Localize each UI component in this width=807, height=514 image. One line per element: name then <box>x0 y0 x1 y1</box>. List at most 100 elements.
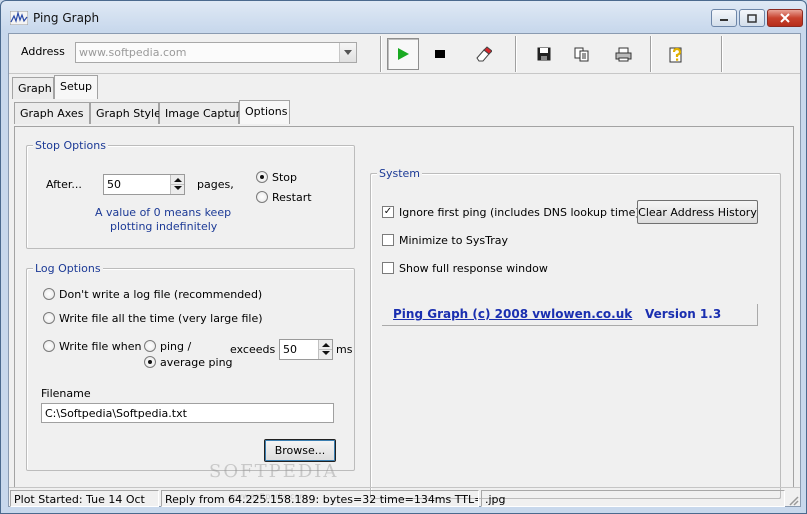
toolbar-separator <box>380 36 382 72</box>
title-bar[interactable]: Ping Graph <box>1 1 806 33</box>
credit-link[interactable]: Ping Graph (c) 2008 vwlowen.co.uk <box>393 307 632 321</box>
exceeds-value[interactable]: 50 <box>283 343 297 356</box>
pages-stepper-arrows[interactable] <box>170 175 184 194</box>
arrow-up-icon[interactable] <box>174 178 182 182</box>
toolbar: Address www.softpedia.com <box>9 34 800 74</box>
stepper-divider <box>319 349 332 350</box>
stop-hint-line2: plotting indefinitely <box>110 220 218 233</box>
status-reply: Reply from 64.225.158.189: bytes=32 time… <box>161 490 479 507</box>
watermark: SOFTPEDIA <box>209 461 339 482</box>
arrow-up-icon[interactable] <box>322 343 330 347</box>
stop-icon <box>435 50 445 58</box>
tab-setup-label: Setup <box>60 80 93 93</box>
pages-stepper[interactable]: 50 <box>103 174 185 195</box>
status-plot-started: Plot Started: Tue 14 Oct <box>10 490 159 507</box>
toolbar-separator <box>650 36 652 72</box>
tab-image-capture[interactable]: Image Capture <box>159 102 247 124</box>
ms-label: ms <box>336 343 353 356</box>
save-icon <box>537 47 551 61</box>
log-always-label: Write file all the time (very large file… <box>59 312 263 325</box>
tab-graph-axes[interactable]: Graph Axes <box>14 102 90 124</box>
stepper-divider <box>171 184 184 185</box>
system-group-box: System ✓ Ignore first ping (includes DNS… <box>370 167 781 499</box>
maximize-button[interactable] <box>739 9 765 27</box>
tab-graph[interactable]: Graph <box>12 77 54 99</box>
filename-label: Filename <box>41 387 91 400</box>
browse-button[interactable]: Browse... <box>264 439 336 462</box>
stop-options-group: Stop Options After... 50 pages, Stop Res… <box>26 139 355 249</box>
toolbar-separator <box>721 36 723 72</box>
print-button[interactable] <box>607 38 639 70</box>
pages-value[interactable]: 50 <box>107 178 121 191</box>
start-button[interactable] <box>387 38 419 70</box>
show-full-response-checkbox[interactable] <box>382 262 394 274</box>
close-button[interactable] <box>767 9 803 27</box>
stop-radio[interactable] <box>256 171 268 183</box>
address-dropdown-button[interactable] <box>339 43 356 62</box>
filename-input[interactable]: C:\Softpedia\Softpedia.txt <box>41 403 334 423</box>
log-options-group: Log Options Don't write a log file (reco… <box>26 262 355 471</box>
status-bar: Plot Started: Tue 14 Oct Reply from 64.2… <box>9 487 800 507</box>
exceeds-stepper[interactable]: 50 <box>279 339 333 360</box>
options-panel: Stop Options After... 50 pages, Stop Res… <box>14 126 794 499</box>
stop-button[interactable] <box>424 38 456 70</box>
sub-tab-strip: Graph Axes Graph Style Image Capture Opt… <box>9 100 800 124</box>
tab-graph-style[interactable]: Graph Style <box>90 102 161 124</box>
browse-label: Browse... <box>274 444 326 457</box>
tab-options-label: Options <box>245 105 288 118</box>
restart-label: Restart <box>272 191 312 204</box>
arrow-down-icon[interactable] <box>174 186 182 190</box>
tab-image-capture-label: Image Capture <box>165 107 247 120</box>
close-icon <box>780 13 790 23</box>
main-tab-strip: Graph Setup <box>9 75 800 99</box>
minimize-systray-checkbox[interactable] <box>382 234 394 246</box>
status-extension: .jpg <box>481 490 785 507</box>
stop-options-title: Stop Options <box>33 139 108 152</box>
show-full-response-label: Show full response window <box>399 262 548 275</box>
log-always-radio[interactable] <box>43 312 55 324</box>
arrow-down-icon[interactable] <box>322 351 330 355</box>
restart-radio[interactable] <box>256 191 268 203</box>
stop-label: Stop <box>272 171 298 184</box>
after-label: After... <box>46 178 82 191</box>
save-button[interactable] <box>528 38 560 70</box>
log-none-label: Don't write a log file (recommended) <box>59 288 263 301</box>
log-ping-radio[interactable] <box>144 340 156 352</box>
pages-label: pages, <box>197 178 234 191</box>
ignore-first-ping-checkbox[interactable]: ✓ <box>382 206 394 218</box>
tab-graph-axes-label: Graph Axes <box>20 107 84 120</box>
ping-graph-app-icon <box>10 11 28 25</box>
log-when-label: Write file when <box>59 340 142 353</box>
address-input[interactable]: www.softpedia.com <box>79 46 186 59</box>
minimize-button[interactable] <box>711 9 737 27</box>
exceeds-label: exceeds <box>230 343 276 356</box>
help-icon <box>669 47 682 62</box>
clear-graph-button[interactable] <box>467 38 499 70</box>
log-average-radio[interactable] <box>144 356 156 368</box>
maximize-icon <box>747 13 757 23</box>
minimize-icon <box>720 19 728 21</box>
address-combobox[interactable]: www.softpedia.com <box>75 42 357 63</box>
help-button[interactable] <box>661 38 693 70</box>
log-average-label: average ping <box>160 356 233 369</box>
tab-setup[interactable]: Setup <box>54 75 98 99</box>
stop-hint-line1: A value of 0 means keep <box>95 206 232 219</box>
clear-address-history-label: Clear Address History <box>638 205 757 219</box>
resize-grip-icon[interactable] <box>787 494 799 506</box>
log-none-radio[interactable] <box>43 288 55 300</box>
client-area: Address www.softpedia.com Graph Setup Gr… <box>8 33 801 507</box>
log-when-radio[interactable] <box>43 340 55 352</box>
minimize-systray-label: Minimize to SysTray <box>399 234 509 247</box>
exceeds-stepper-arrows[interactable] <box>318 340 332 359</box>
toolbar-separator <box>515 36 517 72</box>
chevron-down-icon <box>344 50 352 55</box>
print-icon <box>615 47 631 61</box>
clear-address-history-button[interactable]: Clear Address History <box>637 200 758 224</box>
filename-value: C:\Softpedia\Softpedia.txt <box>45 407 187 420</box>
log-options-title: Log Options <box>33 262 103 275</box>
ignore-first-ping-label: Ignore first ping (includes DNS lookup t… <box>399 206 640 219</box>
log-ping-label: ping / <box>160 340 192 353</box>
tab-options[interactable]: Options <box>239 100 290 124</box>
copy-icon <box>574 47 589 61</box>
copy-button[interactable] <box>566 38 598 70</box>
